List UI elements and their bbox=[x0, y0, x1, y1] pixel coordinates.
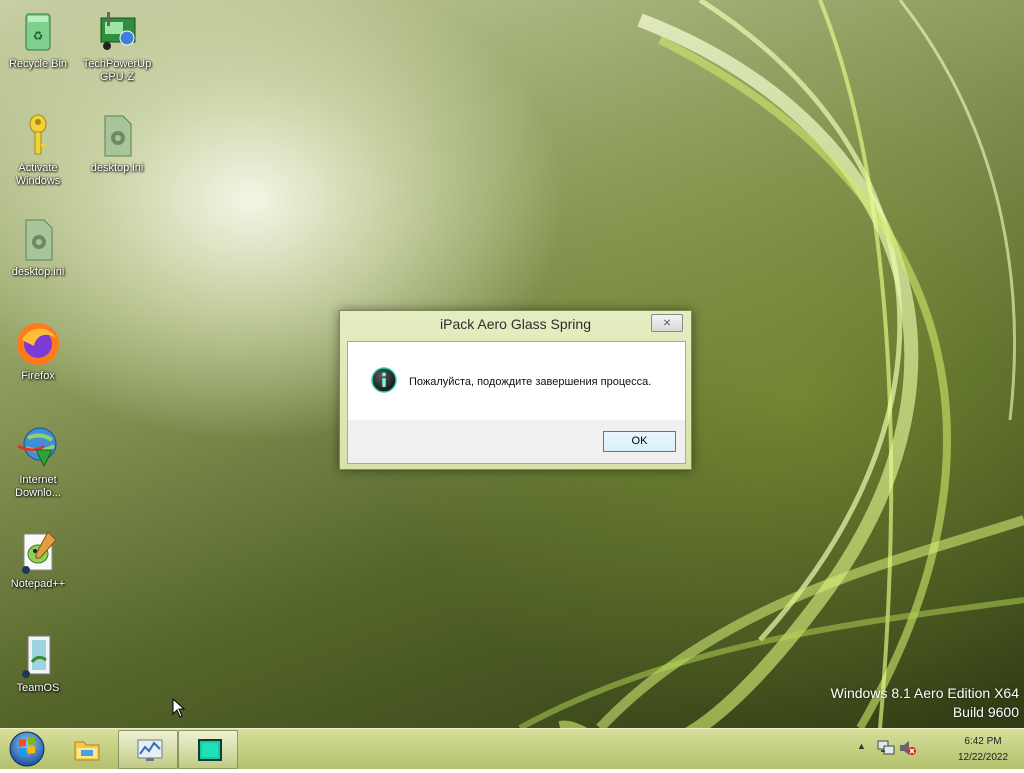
desktop-icon-label: desktop.ini bbox=[11, 266, 65, 278]
desktop-icon-internet-download-manager[interactable]: Internet Downlo... bbox=[0, 424, 76, 500]
dialog-title: iPack Aero Glass Spring bbox=[440, 316, 591, 332]
close-icon: ⨯ bbox=[662, 317, 672, 329]
ipack-dialog: iPack Aero Glass Spring ⨯ Пожалуйста, по… bbox=[339, 310, 692, 470]
recycle-bin-icon: ♻ bbox=[14, 8, 62, 56]
svg-text:♻: ♻ bbox=[33, 29, 44, 43]
os-version-watermark: Windows 8.1 Aero Edition X64 Build 9600 bbox=[831, 684, 1019, 722]
taskbar-ipack-window[interactable] bbox=[178, 730, 238, 769]
desktop-icon-activate-windows[interactable]: Activate Windows bbox=[0, 112, 76, 188]
desktop-icon-label: Internet Downlo... bbox=[15, 474, 61, 499]
file-explorer-icon bbox=[74, 741, 100, 761]
network-icon[interactable] bbox=[877, 740, 895, 756]
settings-file-icon bbox=[93, 112, 141, 160]
desktop-icon-label: TechPowerUp GPU-Z bbox=[82, 58, 152, 83]
close-button[interactable]: ⨯ bbox=[651, 314, 683, 332]
desktop-icon-label: Firefox bbox=[21, 370, 55, 382]
clock-date[interactable]: 12/22/2022 bbox=[953, 752, 1013, 763]
taskbar-performance-monitor[interactable] bbox=[118, 730, 178, 769]
desktop-icon-desktop-ini[interactable]: desktop.ini bbox=[0, 216, 76, 279]
desktop-icon-desktop-ini[interactable]: desktop.ini bbox=[79, 112, 155, 175]
settings-file-icon bbox=[14, 216, 62, 264]
volume-muted-icon[interactable] bbox=[899, 740, 917, 756]
mouse-cursor-icon bbox=[172, 698, 186, 718]
info-icon bbox=[371, 367, 397, 393]
desktop-icon-label: Recycle Bin bbox=[8, 58, 68, 70]
dialog-footer: OK bbox=[348, 420, 685, 463]
start-button[interactable] bbox=[7, 730, 47, 768]
desktop-icon-notepad-plus-plus[interactable]: Notepad++ bbox=[0, 528, 76, 591]
taskbar-file-explorer[interactable] bbox=[56, 730, 114, 767]
clock-time[interactable]: 6:42 PM bbox=[953, 736, 1013, 747]
desktop-icon-label: TeamOS bbox=[16, 682, 60, 694]
key-icon bbox=[14, 112, 62, 160]
ipack-window-icon bbox=[198, 739, 222, 761]
gpu-z-icon bbox=[93, 8, 141, 56]
ok-button[interactable]: OK bbox=[603, 431, 676, 452]
firefox-icon bbox=[14, 320, 62, 368]
folder-icon bbox=[14, 632, 62, 680]
windows-start-orb-icon bbox=[9, 731, 45, 767]
dialog-message: Пожалуйста, подождите завершения процесс… bbox=[409, 376, 652, 388]
desktop-icon-teamos[interactable]: TeamOS bbox=[0, 632, 76, 695]
show-hidden-icons-arrow-icon[interactable]: ▲ bbox=[857, 741, 866, 751]
desktop-icon-label: Activate Windows bbox=[15, 162, 61, 187]
desktop-icon-recycle-bin[interactable]: ♻ Recycle Bin bbox=[0, 8, 76, 71]
notepad-plus-plus-icon bbox=[14, 528, 62, 576]
globe-download-icon bbox=[14, 424, 62, 472]
system-tray: ▲ 6:42 PM 12/22/2022 bbox=[854, 729, 1024, 769]
desktop-icon-label: desktop.ini bbox=[90, 162, 144, 174]
dialog-body: Пожалуйста, подождите завершения процесс… bbox=[347, 341, 686, 464]
taskbar: ▲ 6:42 PM 12/22/2022 bbox=[0, 728, 1024, 769]
desktop-icon-label: Notepad++ bbox=[10, 578, 66, 590]
os-build-line: Build 9600 bbox=[952, 704, 1019, 720]
performance-monitor-icon bbox=[137, 739, 163, 761]
desktop-icon-firefox[interactable]: Firefox bbox=[0, 320, 76, 383]
os-version-line: Windows 8.1 Aero Edition X64 bbox=[830, 685, 1019, 701]
desktop-icon-gpu-z[interactable]: TechPowerUp GPU-Z bbox=[79, 8, 155, 84]
desktop: ♻ Recycle Bin TechPowerUp GPU-Z Activate… bbox=[0, 0, 1024, 728]
